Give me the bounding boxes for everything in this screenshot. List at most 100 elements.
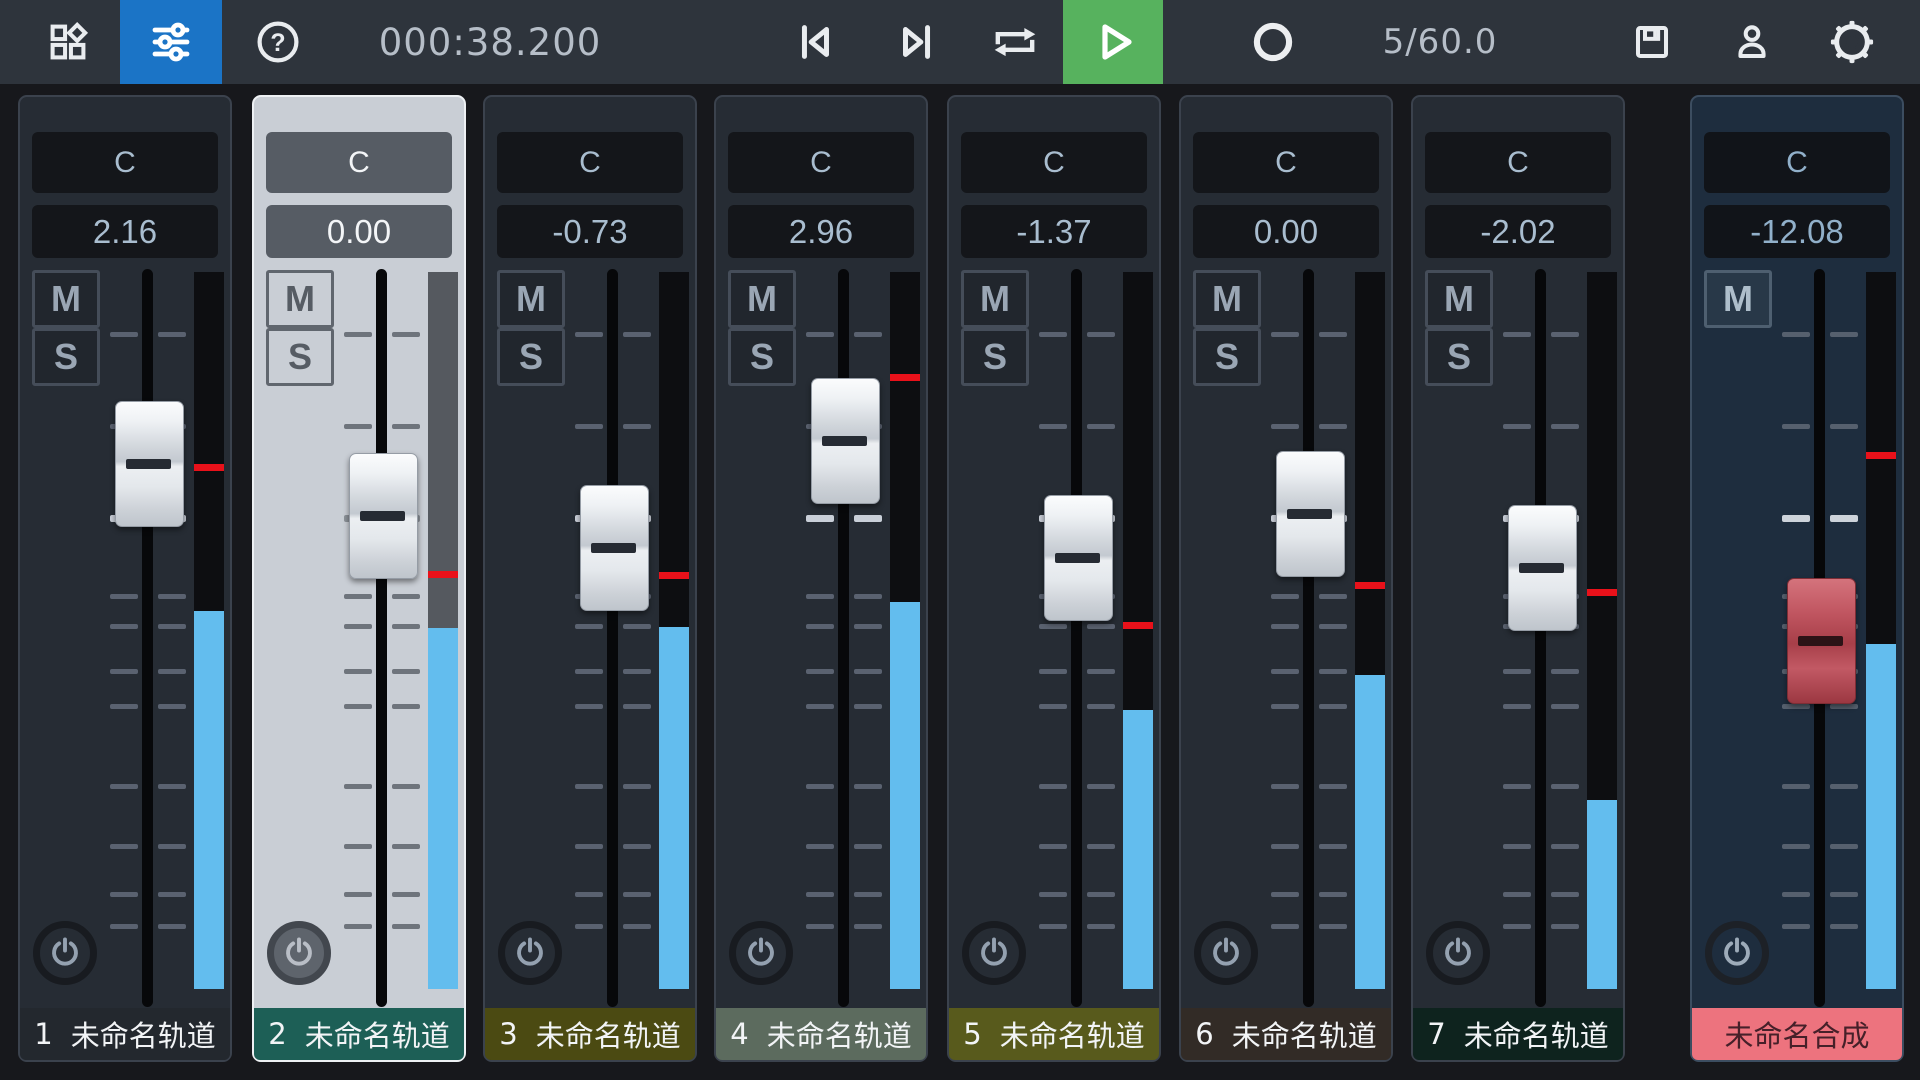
layout-grid-icon <box>46 20 90 64</box>
track-name: 未命名轨道 <box>1000 1013 1145 1055</box>
user-account-button[interactable] <box>1712 0 1792 84</box>
scale-tick <box>854 844 882 849</box>
solo-button[interactable]: S <box>32 328 100 386</box>
pan-button[interactable]: C <box>497 132 683 193</box>
power-button[interactable] <box>1194 921 1258 985</box>
scale-tick <box>854 892 882 897</box>
mute-button[interactable]: M <box>497 270 565 328</box>
peak-indicator <box>194 464 224 471</box>
scale-tick <box>806 669 834 674</box>
time-display: 000:38.200 <box>340 0 640 84</box>
play-button[interactable] <box>1063 0 1163 84</box>
mute-button[interactable]: M <box>1704 270 1772 328</box>
scale-tick <box>575 669 603 674</box>
scale-tick <box>1319 924 1347 929</box>
fader-handle[interactable] <box>580 485 649 611</box>
record-button[interactable] <box>1230 0 1316 84</box>
power-button[interactable] <box>498 921 562 985</box>
pan-button[interactable]: C <box>1193 132 1379 193</box>
scale-tick <box>1503 332 1531 337</box>
fader-handle[interactable] <box>1044 495 1113 621</box>
track-label[interactable]: 4 未命名轨道 <box>716 1008 926 1060</box>
gain-value-button[interactable]: -0.73 <box>497 205 683 258</box>
peak-indicator <box>428 571 458 578</box>
pan-button[interactable]: C <box>266 132 452 193</box>
fader-handle[interactable] <box>1787 578 1856 704</box>
scale-tick <box>392 844 420 849</box>
fader-handle[interactable] <box>349 453 418 579</box>
peak-indicator <box>1355 582 1385 589</box>
fader-handle-line <box>1287 509 1332 519</box>
scale-tick <box>392 892 420 897</box>
pan-button[interactable]: C <box>32 132 218 193</box>
scale-tick <box>392 924 420 929</box>
solo-button[interactable]: S <box>961 328 1029 386</box>
meter-fill <box>428 628 458 989</box>
track-label[interactable]: 3 未命名轨道 <box>485 1008 695 1060</box>
track-number: 5 <box>963 1017 981 1051</box>
fader-handle[interactable] <box>811 378 880 504</box>
skip-to-start-button[interactable] <box>775 0 855 84</box>
mute-button[interactable]: M <box>728 270 796 328</box>
scale-tick <box>1830 784 1858 789</box>
solo-button[interactable]: S <box>1425 328 1493 386</box>
solo-button[interactable]: S <box>266 328 334 386</box>
fader-handle[interactable] <box>115 401 184 527</box>
power-button[interactable] <box>962 921 1026 985</box>
pan-button[interactable]: C <box>1425 132 1611 193</box>
solo-button[interactable]: S <box>728 328 796 386</box>
power-button[interactable] <box>729 921 793 985</box>
power-button[interactable] <box>1705 921 1769 985</box>
scale-tick <box>158 892 186 897</box>
scale-tick <box>1039 784 1067 789</box>
track-label[interactable]: 1 未命名轨道 <box>20 1008 230 1060</box>
scale-tick <box>1319 424 1347 429</box>
help-button[interactable]: ? <box>238 0 318 84</box>
gain-value-button[interactable]: 0.00 <box>266 205 452 258</box>
scale-tick <box>158 332 186 337</box>
pan-button[interactable]: C <box>961 132 1147 193</box>
gain-value-button[interactable]: 2.16 <box>32 205 218 258</box>
pan-button[interactable]: C <box>728 132 914 193</box>
power-icon <box>743 934 779 973</box>
mute-button[interactable]: M <box>1425 270 1493 328</box>
scale-tick <box>1087 704 1115 709</box>
loop-button[interactable] <box>972 0 1058 84</box>
gain-value-button[interactable]: 0.00 <box>1193 205 1379 258</box>
level-meter <box>1123 272 1153 989</box>
track-number: 2 <box>268 1017 286 1051</box>
scale-tick <box>1039 892 1067 897</box>
track-label[interactable]: 6 未命名轨道 <box>1181 1008 1391 1060</box>
fader-handle-line <box>822 436 867 446</box>
gain-value-button[interactable]: -2.02 <box>1425 205 1611 258</box>
track-label[interactable]: 2 未命名轨道 <box>254 1008 464 1060</box>
power-button[interactable] <box>1426 921 1490 985</box>
skip-to-end-button[interactable] <box>877 0 957 84</box>
mixer-view-button[interactable] <box>120 0 222 84</box>
mute-button[interactable]: M <box>266 270 334 328</box>
power-button[interactable] <box>33 921 97 985</box>
arranger-view-button[interactable] <box>28 0 108 84</box>
solo-button[interactable]: S <box>1193 328 1261 386</box>
fader-handle[interactable] <box>1276 451 1345 577</box>
solo-button[interactable]: S <box>497 328 565 386</box>
gain-value-button[interactable]: -1.37 <box>961 205 1147 258</box>
track-label[interactable]: 未命名合成 <box>1692 1008 1902 1060</box>
fader-handle-line <box>1519 563 1564 573</box>
power-button[interactable] <box>267 921 331 985</box>
save-button[interactable] <box>1612 0 1692 84</box>
gain-value-button[interactable]: 2.96 <box>728 205 914 258</box>
mute-button[interactable]: M <box>32 270 100 328</box>
scale-tick <box>1551 924 1579 929</box>
mute-button[interactable]: M <box>1193 270 1261 328</box>
gain-value-button[interactable]: -12.08 <box>1704 205 1890 258</box>
fader-handle[interactable] <box>1508 505 1577 631</box>
settings-button[interactable] <box>1812 0 1892 84</box>
track-name: 未命名轨道 <box>71 1013 216 1055</box>
pan-button[interactable]: C <box>1704 132 1890 193</box>
track-label[interactable]: 5 未命名轨道 <box>949 1008 1159 1060</box>
meter-fill <box>659 627 689 989</box>
track-label[interactable]: 7 未命名轨道 <box>1413 1008 1623 1060</box>
scale-tick <box>854 624 882 629</box>
mute-button[interactable]: M <box>961 270 1029 328</box>
